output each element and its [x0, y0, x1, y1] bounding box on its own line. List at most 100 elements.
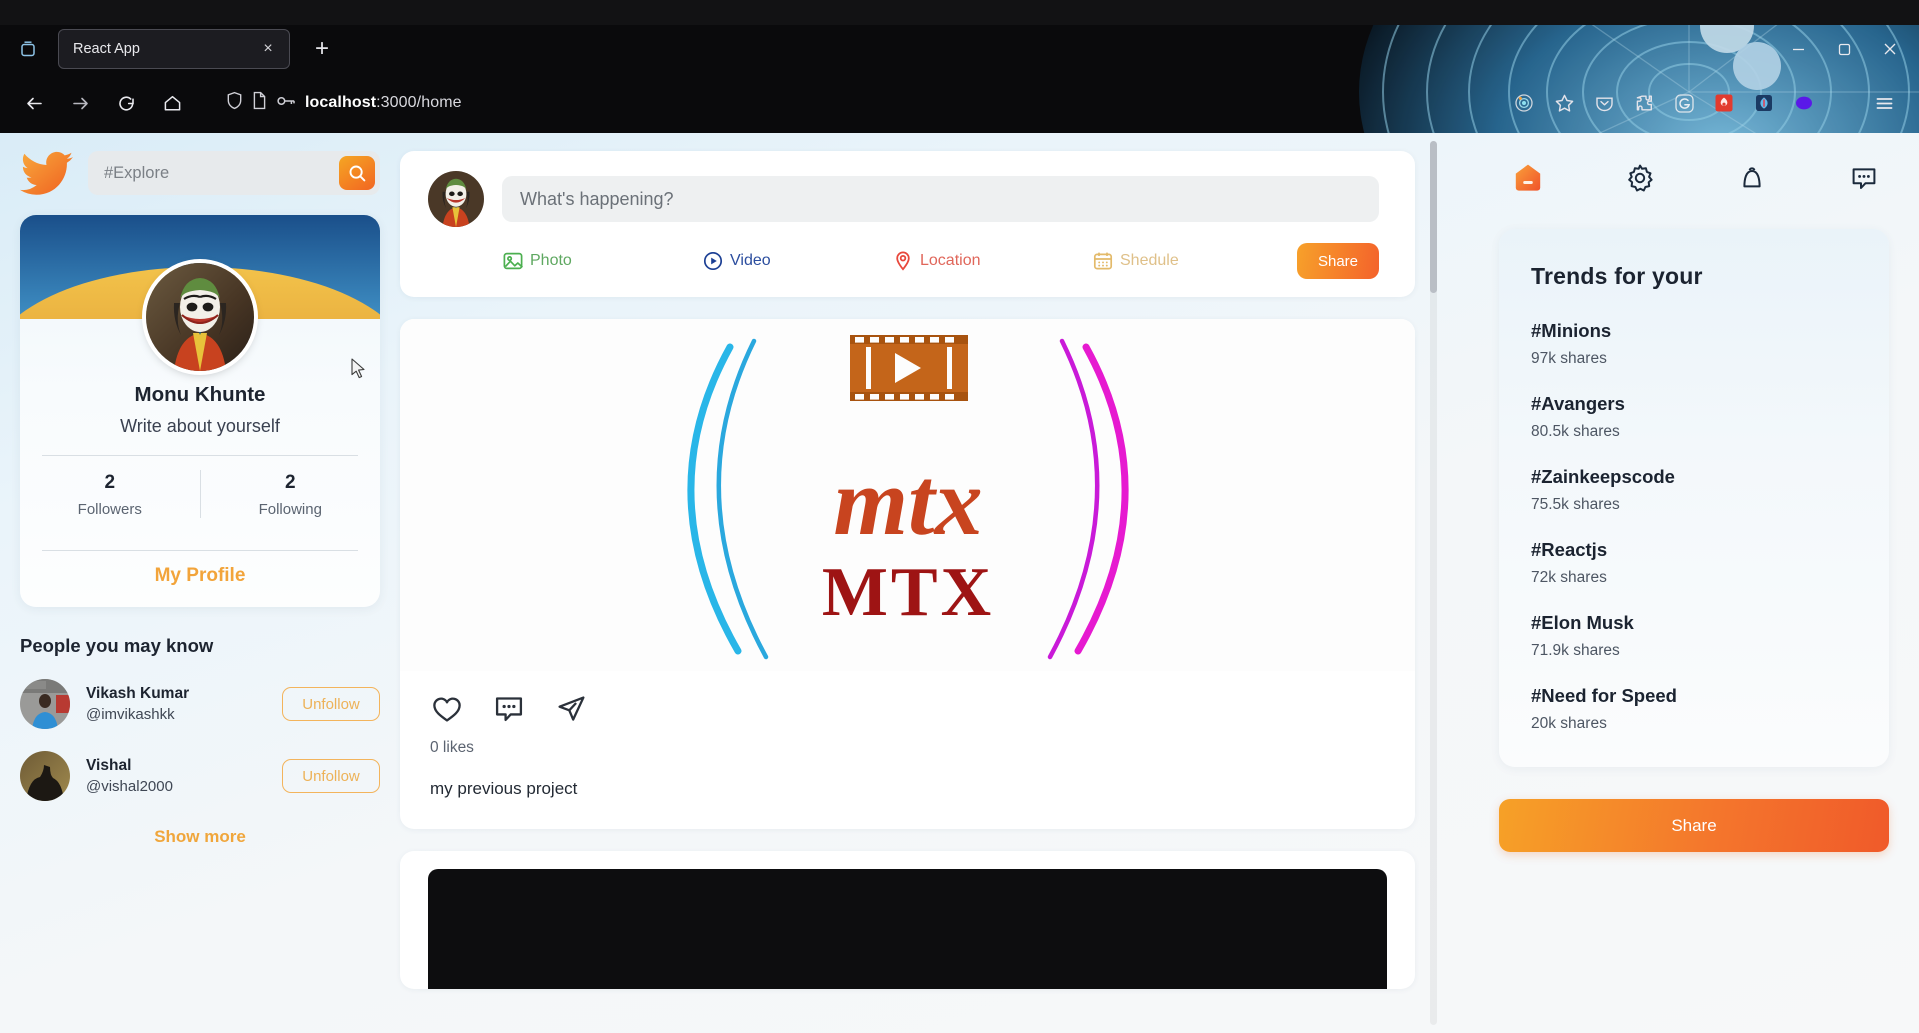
add-video-button[interactable]: Video: [702, 250, 892, 272]
unfollow-button[interactable]: Unfollow: [282, 687, 380, 721]
explore-search[interactable]: [88, 151, 380, 195]
logo-bold-text: MTX: [821, 554, 993, 631]
title-bar: [0, 0, 1919, 25]
search-input[interactable]: [104, 163, 339, 183]
shield-icon[interactable]: [226, 91, 243, 115]
new-tab-button[interactable]: +: [304, 31, 340, 67]
person-handle: @vishal2000: [86, 778, 173, 795]
right-sidebar: Trends for your #Minions 97k shares #Ava…: [1495, 133, 1919, 1033]
reload-icon[interactable]: [106, 83, 146, 123]
share-button[interactable]: Share: [1499, 799, 1889, 852]
unfollow-button[interactable]: Unfollow: [282, 759, 380, 793]
hamburger-menu-icon[interactable]: [1865, 84, 1903, 122]
feed-post: [400, 851, 1415, 989]
post-media[interactable]: mtx MTX: [400, 319, 1415, 671]
add-location-label: Location: [920, 252, 981, 269]
trend-tag: #Avangers: [1531, 393, 1625, 414]
orange-extension-icon[interactable]: [1825, 84, 1863, 122]
search-icon: [349, 165, 365, 181]
feed-scroll-area: Photo Video: [400, 133, 1495, 1033]
person-info: Vikash Kumar @imvikashkk: [86, 685, 282, 723]
forward-arrow-icon[interactable]: [60, 83, 100, 123]
list-item: Vishal @vishal2000 Unfollow: [20, 751, 380, 801]
avatar: [20, 751, 70, 801]
home-icon[interactable]: [1509, 159, 1547, 197]
sidebar-header: [20, 151, 380, 195]
twitter-bird-logo: [20, 151, 73, 195]
add-video-label: Video: [730, 252, 771, 269]
gear-icon[interactable]: [1621, 159, 1659, 197]
followers-count: 2: [104, 472, 116, 493]
trend-item[interactable]: #Reactjs 72k shares: [1531, 539, 1857, 587]
trend-shares: 71.9k shares: [1531, 642, 1620, 659]
calendar-icon: [1093, 252, 1113, 270]
share-post-button[interactable]: Share: [1297, 243, 1379, 279]
person-name: Vikash Kumar: [86, 685, 190, 702]
mouse-cursor: [351, 358, 365, 379]
tracking-protection-icon[interactable]: [1505, 84, 1543, 122]
trend-tag: #Reactjs: [1531, 539, 1608, 560]
add-photo-button[interactable]: Photo: [502, 250, 702, 272]
trend-item[interactable]: #Avangers 80.5k shares: [1531, 393, 1857, 441]
my-profile-link[interactable]: My Profile: [20, 551, 380, 607]
post-media[interactable]: [428, 869, 1387, 989]
star-bookmark-icon[interactable]: [1545, 84, 1583, 122]
left-sidebar: Monu Khunte Write about yourself 2 Follo…: [0, 133, 400, 1033]
profile-bio: Write about yourself: [120, 416, 280, 436]
scrollbar-thumb[interactable]: [1430, 141, 1437, 293]
bell-icon[interactable]: [1733, 159, 1771, 197]
blue-extension-icon[interactable]: [1745, 84, 1783, 122]
post-caption: my previous project: [430, 779, 578, 798]
home-icon[interactable]: [152, 83, 192, 123]
show-more-link[interactable]: Show more: [20, 827, 380, 847]
add-location-button[interactable]: Location: [892, 250, 1092, 272]
toolbar-icons: [1505, 84, 1905, 122]
trend-item[interactable]: #Need for Speed 20k shares: [1531, 685, 1857, 733]
purple-extension-icon[interactable]: [1785, 84, 1823, 122]
red-extension-icon[interactable]: [1705, 84, 1743, 122]
composer-input[interactable]: [502, 176, 1379, 222]
tab-list-icon[interactable]: [8, 29, 48, 69]
back-arrow-icon[interactable]: [14, 83, 54, 123]
right-nav-icons: [1499, 151, 1889, 197]
film-strip: [849, 335, 968, 401]
mtx-logo-image: mtx MTX: [577, 319, 1238, 671]
puzzle-extensions-icon[interactable]: [1625, 84, 1663, 122]
maximize-icon[interactable]: [1821, 29, 1867, 69]
person-name: Vishal: [86, 757, 132, 774]
pocket-icon[interactable]: [1585, 84, 1623, 122]
trends-title: Trends for your: [1531, 263, 1703, 289]
comment-icon[interactable]: [492, 691, 526, 725]
close-icon[interactable]: ×: [257, 38, 279, 60]
close-window-icon[interactable]: [1867, 29, 1913, 69]
grammarly-g-icon[interactable]: [1665, 84, 1703, 122]
photo-icon: [503, 252, 523, 270]
feed-scrollbar[interactable]: [1430, 141, 1437, 1025]
minimize-icon[interactable]: [1775, 29, 1821, 69]
schedule-button[interactable]: Shedule: [1092, 250, 1297, 272]
people-you-may-know-title: People you may know: [20, 635, 214, 656]
feed-post: mtx MTX 0 likes my previous project: [400, 319, 1415, 829]
trend-item[interactable]: #Elon Musk 71.9k shares: [1531, 612, 1857, 660]
tab-strip: React App × +: [0, 25, 1919, 73]
followers-stat[interactable]: 2 Followers: [20, 456, 200, 532]
send-icon[interactable]: [554, 691, 588, 725]
url-text: localhost:3000/home: [305, 94, 462, 112]
composer-actions: Photo Video Location Shedule Share: [428, 243, 1379, 279]
app-root: Monu Khunte Write about yourself 2 Follo…: [0, 133, 1919, 1033]
trend-tag: #Minions: [1531, 320, 1612, 341]
url-bar[interactable]: localhost:3000/home: [204, 83, 1499, 123]
following-stat[interactable]: 2 Following: [201, 456, 381, 532]
url-host: localhost: [305, 94, 377, 111]
browser-tab[interactable]: React App ×: [58, 29, 290, 69]
trends-card: Trends for your #Minions 97k shares #Ava…: [1499, 229, 1889, 767]
trend-item[interactable]: #Zainkeepscode 75.5k shares: [1531, 466, 1857, 514]
message-icon[interactable]: [1845, 159, 1883, 197]
schedule-label: Shedule: [1120, 252, 1179, 269]
following-label: Following: [258, 501, 322, 518]
trend-item[interactable]: #Minions 97k shares: [1531, 320, 1857, 368]
add-photo-label: Photo: [530, 252, 572, 269]
heart-icon[interactable]: [430, 691, 464, 725]
avatar-image: [428, 171, 484, 227]
search-button[interactable]: [339, 156, 375, 190]
